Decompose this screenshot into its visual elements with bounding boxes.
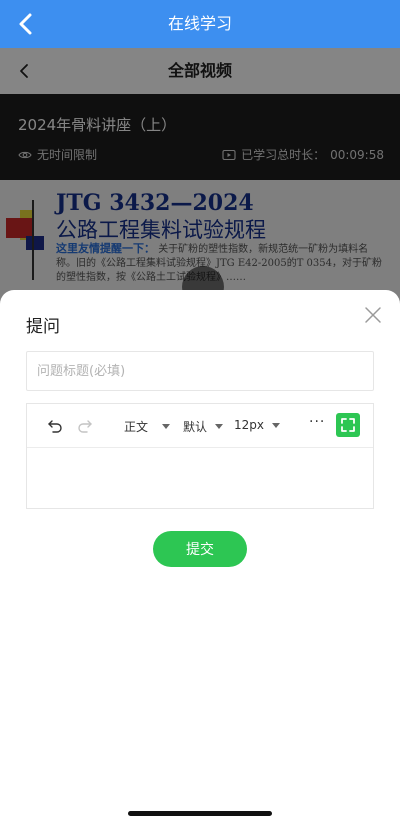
app-bar-title: 在线学习: [167, 14, 232, 33]
font-family-value: 默认: [183, 420, 208, 434]
font-size-select[interactable]: 12px: [234, 418, 280, 432]
editor-content-area[interactable]: [27, 448, 373, 508]
paragraph-style-select[interactable]: 正文: [124, 418, 171, 435]
caret-down-icon: [272, 422, 280, 428]
redo-icon[interactable]: [77, 418, 93, 434]
question-title-input[interactable]: [26, 351, 374, 391]
fullscreen-icon: [341, 418, 355, 432]
home-indicator: [128, 811, 272, 816]
caret-down-icon: [215, 424, 224, 429]
undo-icon[interactable]: [47, 418, 63, 434]
font-family-select[interactable]: 默认: [183, 418, 224, 435]
app-bar: 在线学习: [0, 0, 400, 48]
sheet-title: 提问: [26, 317, 60, 337]
submit-button[interactable]: 提交: [153, 531, 247, 567]
paragraph-style-value: 正文: [124, 420, 149, 434]
more-options-button[interactable]: ···: [309, 414, 325, 430]
editor-toolbar: 正文 默认 12px ···: [27, 404, 373, 448]
font-size-value: 12px: [234, 418, 264, 432]
caret-down-icon: [162, 424, 171, 429]
ask-question-sheet: 提问 正文 默认 12px: [0, 290, 400, 823]
close-icon[interactable]: [364, 306, 382, 324]
fullscreen-button[interactable]: [336, 413, 360, 437]
rich-text-editor: 正文 默认 12px ···: [26, 403, 374, 509]
